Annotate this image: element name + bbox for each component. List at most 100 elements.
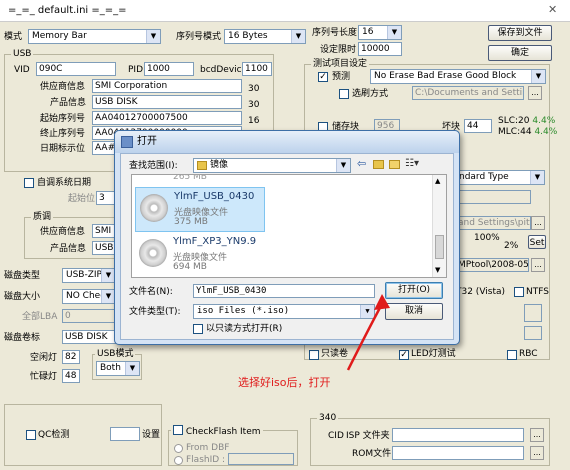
product-length: 30 bbox=[248, 100, 260, 110]
browse-button[interactable]: ... bbox=[528, 86, 542, 100]
filetype-label: 文件类型(T): bbox=[129, 307, 181, 317]
from-dbf-radio[interactable] bbox=[174, 444, 183, 453]
chevron-down-icon: ▼ bbox=[530, 171, 544, 184]
qc-checkbox[interactable] bbox=[26, 430, 36, 440]
scroll-up-icon[interactable]: ▲ bbox=[435, 177, 440, 185]
start-bit-label: 起始位 bbox=[68, 194, 96, 204]
all-lba-input[interactable]: 0 bbox=[62, 309, 116, 323]
chevron-down-icon: ▼ bbox=[101, 269, 115, 282]
pretest-select[interactable]: No Erase Bad Erase Good Block ▼ bbox=[370, 69, 546, 84]
file-item[interactable]: YlmF_XP3_YN9.9 光盘映像文件 694 MB bbox=[135, 233, 265, 277]
quality-product-label: 产品信息 bbox=[50, 244, 87, 254]
rom-browse-button[interactable]: ... bbox=[530, 446, 544, 460]
save-to-file-button[interactable]: 保存到文件 bbox=[488, 25, 552, 41]
pretest-checkbox[interactable]: ✓ bbox=[318, 72, 328, 82]
idle-light-input[interactable]: 82 bbox=[62, 350, 80, 364]
set-limit-input[interactable]: 10000 bbox=[358, 42, 402, 56]
scroll-down-icon[interactable]: ▼ bbox=[435, 266, 440, 274]
product-label: 产品信息 bbox=[50, 98, 87, 108]
disk-label-input[interactable]: USB DISK bbox=[62, 330, 116, 344]
end-sn-label: 终止序列号 bbox=[40, 129, 86, 139]
readonly-open-label: 以只读方式打开(R) bbox=[206, 324, 283, 334]
rom-file-input[interactable] bbox=[392, 446, 524, 460]
pid-input[interactable]: 1000 bbox=[144, 62, 194, 76]
isp-folder-input[interactable] bbox=[392, 428, 524, 442]
dialog-title: 打开 bbox=[137, 136, 157, 147]
qc-count-label: 设置 bbox=[142, 430, 161, 440]
set-button[interactable]: Set bbox=[528, 235, 546, 249]
settings-path-input[interactable]: and Settings\pitt.c bbox=[455, 216, 531, 230]
title-bar: =_=_ default.ini =_=_= ✕ bbox=[0, 0, 570, 22]
auto-date-checkbox[interactable] bbox=[24, 178, 34, 188]
start-bit-input[interactable]: 3 bbox=[96, 191, 116, 205]
window-title: =_=_ default.ini =_=_= bbox=[8, 5, 127, 16]
select-method-checkbox[interactable] bbox=[339, 89, 349, 99]
path-input[interactable]: C:\Documents and Settings\pit bbox=[412, 86, 524, 100]
disk-size-select[interactable]: NO Check ▼ bbox=[62, 289, 116, 304]
file-item[interactable]: YlmF_USB_0430 光盘映像文件 375 MB bbox=[135, 187, 265, 232]
file-size: 694 MB bbox=[173, 262, 207, 272]
readonly-volume-checkbox[interactable] bbox=[309, 350, 319, 360]
flash-id-input[interactable] bbox=[228, 453, 294, 465]
mlc-label: MLC:44 4.4% bbox=[498, 127, 558, 137]
serial-mode-select[interactable]: 16 Bytes ▼ bbox=[224, 29, 306, 44]
quality-product-input[interactable]: USB D bbox=[92, 241, 116, 255]
folder-icon bbox=[197, 161, 207, 170]
fat32-label: T32 (Vista) bbox=[456, 287, 506, 297]
scroll-thumb[interactable] bbox=[435, 235, 444, 259]
view-menu-icon[interactable]: ☷▾ bbox=[405, 158, 419, 170]
ntfs-checkbox[interactable] bbox=[514, 287, 524, 297]
annotation-text: 选择好iso后，打开 bbox=[238, 376, 331, 389]
bcd-label: bcdDevice bbox=[200, 65, 248, 75]
vid-input[interactable]: 090C bbox=[36, 62, 116, 76]
up-folder-icon[interactable] bbox=[373, 160, 384, 169]
checkflash-title: CheckFlash Item bbox=[171, 424, 263, 438]
checkflash-checkbox[interactable] bbox=[173, 425, 183, 435]
all-lba-label: 全部LBA bbox=[22, 312, 58, 322]
isp-browse-button[interactable]: ... bbox=[530, 428, 544, 442]
product-input[interactable]: USB DISK bbox=[92, 95, 242, 109]
settings-browse-button[interactable]: ... bbox=[531, 216, 545, 230]
mode-select[interactable]: Memory Bar ▼ bbox=[28, 29, 161, 44]
back-arrow-icon[interactable]: ⇦ bbox=[357, 158, 366, 170]
folder-window-icon bbox=[121, 136, 133, 148]
led-test-label: LED灯测试 bbox=[411, 349, 456, 359]
rbc-label: RBC bbox=[519, 349, 538, 359]
pid-label: PID bbox=[128, 65, 144, 75]
flash-id-label: FlashID : bbox=[186, 455, 226, 465]
ok-button[interactable]: 确定 bbox=[488, 45, 552, 61]
quality-group-title: 质调 bbox=[31, 211, 54, 223]
flash-id-radio[interactable] bbox=[174, 456, 183, 465]
bad-block-input[interactable]: 44 bbox=[464, 119, 492, 133]
start-sn-input[interactable]: AA04012700007500 bbox=[92, 111, 242, 125]
qc-count-input[interactable] bbox=[110, 427, 140, 441]
annotation-arrow bbox=[346, 294, 390, 371]
bcd-input[interactable]: 1100 bbox=[242, 62, 272, 76]
look-in-select[interactable]: 镜像 ▼ bbox=[193, 158, 351, 173]
usb-group-title: USB bbox=[11, 48, 34, 60]
percent2-label: 2% bbox=[504, 241, 519, 251]
quality-vendor-input[interactable]: SMI bbox=[92, 224, 116, 238]
serial-length-select[interactable]: 16 ▼ bbox=[358, 25, 402, 40]
vendor-input[interactable]: SMI Corporation bbox=[92, 79, 242, 93]
readonly-open-checkbox[interactable] bbox=[193, 324, 203, 334]
close-icon[interactable]: ✕ bbox=[548, 4, 557, 16]
standard-type-select[interactable]: ndard Type ▼ bbox=[455, 170, 545, 185]
new-folder-icon[interactable] bbox=[389, 160, 400, 169]
mptool-path-input[interactable]: MPtool\2008-05-2 bbox=[455, 258, 529, 272]
usb-mode-select[interactable]: Both ▼ bbox=[96, 361, 140, 376]
file-list-scrollbar[interactable]: ▲ ▼ bbox=[432, 175, 446, 277]
from-dbf-label: From DBF bbox=[186, 443, 230, 453]
busy-light-input[interactable]: 48 bbox=[62, 369, 80, 383]
file-list[interactable]: 265 MB YlmF_USB_0430 光盘映像文件 375 MB YlmF_… bbox=[131, 174, 447, 278]
disk-type-select[interactable]: USB-ZIP ▼ bbox=[62, 268, 116, 283]
dialog-title-bar: 打开 bbox=[115, 131, 459, 153]
usb-mode-label: USB模式 bbox=[95, 348, 136, 360]
pretest-label: 预测 bbox=[332, 72, 351, 82]
unused-select[interactable] bbox=[455, 190, 531, 204]
rbc-checkbox[interactable] bbox=[507, 350, 517, 360]
led-test-checkbox[interactable]: ✓ bbox=[399, 350, 409, 360]
mptool-browse-button[interactable]: ... bbox=[531, 258, 545, 272]
vid-label: VID bbox=[14, 65, 30, 75]
quality-vendor-label: 供应商信息 bbox=[40, 227, 86, 237]
